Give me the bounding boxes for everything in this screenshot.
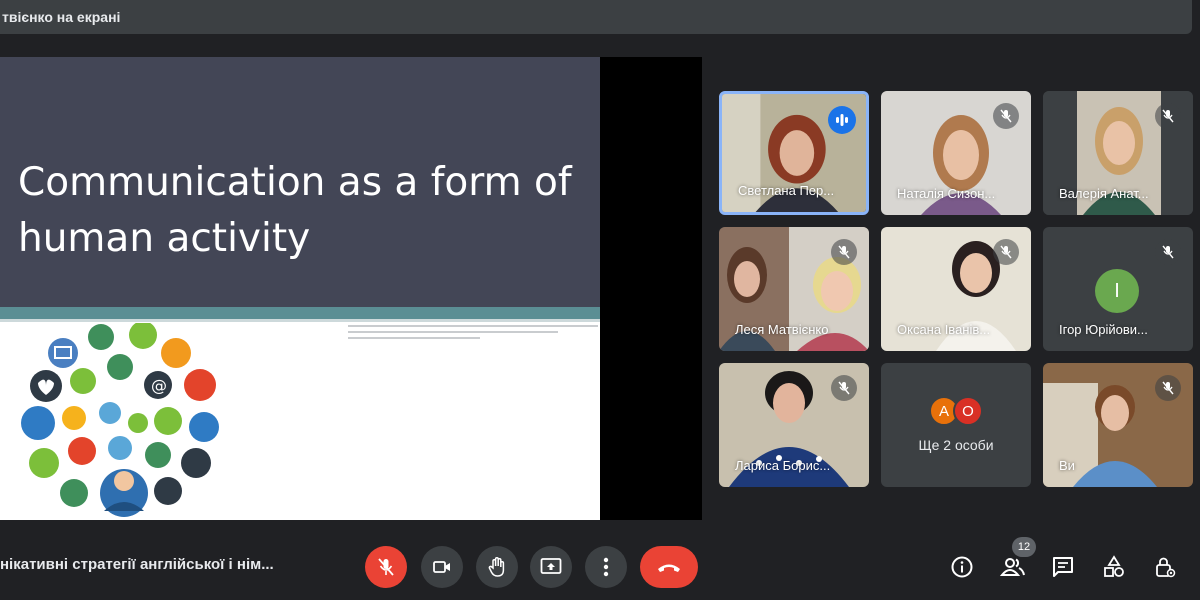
participant-tile-self[interactable]: Ви (1043, 363, 1193, 487)
participant-tile[interactable]: Леся Матвієнко (719, 227, 869, 351)
info-icon (951, 556, 973, 578)
people-icon (1000, 558, 1025, 576)
more-options-button[interactable] (585, 546, 627, 588)
end-call-button[interactable] (640, 546, 698, 588)
participant-name: Леся Матвієнко (735, 322, 829, 337)
more-participants-tile[interactable]: А О Ще 2 особи (881, 363, 1031, 487)
mic-off-icon (1155, 375, 1181, 401)
raise-hand-button[interactable] (476, 546, 518, 588)
meeting-details-button[interactable] (947, 552, 977, 582)
activities-button[interactable] (1099, 552, 1129, 582)
slide-stripe (348, 325, 598, 327)
slide-teal-thin (0, 319, 600, 322)
svg-text:@: @ (151, 376, 167, 395)
more-participants-avatars: А О (929, 396, 989, 426)
more-participants-label: Ще 2 особи (918, 437, 994, 453)
mic-toggle-button[interactable] (365, 546, 407, 588)
meeting-title: нікативні стратегії англійської і нім... (0, 556, 274, 573)
mic-off-icon (1155, 103, 1181, 129)
present-screen-icon (540, 558, 562, 574)
speaking-indicator-icon (828, 106, 856, 134)
slide-teal-band (0, 307, 600, 319)
host-controls-button[interactable] (1150, 552, 1180, 582)
chat-icon (1053, 557, 1073, 577)
activities-icon (1104, 555, 1124, 577)
shared-slide: Communication as a form of human activit… (0, 57, 600, 520)
present-screen-button[interactable] (530, 546, 572, 588)
more-options-icon (603, 557, 609, 577)
end-call-icon (658, 564, 680, 572)
participant-name: Лариса Борис... (735, 458, 831, 473)
host-lock-icon (1156, 557, 1176, 578)
mic-off-icon (831, 239, 857, 265)
participant-avatar: О (953, 396, 983, 426)
participant-avatar: І (1095, 269, 1139, 313)
participant-tile[interactable]: Лариса Борис... (719, 363, 869, 487)
camera-icon (433, 561, 450, 573)
participant-tile[interactable]: Наталія Сизон... (881, 91, 1031, 215)
raise-hand-icon (488, 557, 505, 577)
participant-count-badge: 12 (1012, 537, 1036, 557)
slide-stripe (348, 337, 480, 339)
participant-name: Валерія Анат... (1059, 186, 1149, 201)
participant-name: Ігор Юрійови... (1059, 322, 1148, 337)
participant-tile[interactable]: Светлана Пер... (719, 91, 869, 215)
social-icons-illustration: @ (18, 321, 228, 518)
slide-title: Communication as a form of human activit… (18, 160, 572, 261)
presentation-stage: Communication as a form of human activit… (0, 57, 702, 520)
camera-toggle-button[interactable] (421, 546, 463, 588)
mic-off-icon (993, 103, 1019, 129)
mic-off-icon (993, 239, 1019, 265)
slide-stripe (348, 331, 558, 333)
presenting-banner: твієнко на екрані (0, 0, 1192, 34)
mic-off-icon (831, 375, 857, 401)
participant-tile[interactable]: Валерія Анат... (1043, 91, 1193, 215)
participant-name: Ви (1059, 458, 1075, 473)
participant-name: Оксана Іванів... (897, 322, 991, 337)
mic-off-icon (1155, 239, 1181, 265)
participant-tile[interactable]: Оксана Іванів... (881, 227, 1031, 351)
participant-tile[interactable]: І Ігор Юрійови... (1043, 227, 1193, 351)
participant-name: Светлана Пер... (738, 183, 835, 198)
social-icons-graphic: @ (21, 321, 219, 517)
participant-name: Наталія Сизон... (897, 186, 996, 201)
mic-off-icon (378, 558, 394, 576)
chat-button[interactable] (1048, 552, 1078, 582)
presenting-banner-text: твієнко на екрані (2, 9, 121, 25)
